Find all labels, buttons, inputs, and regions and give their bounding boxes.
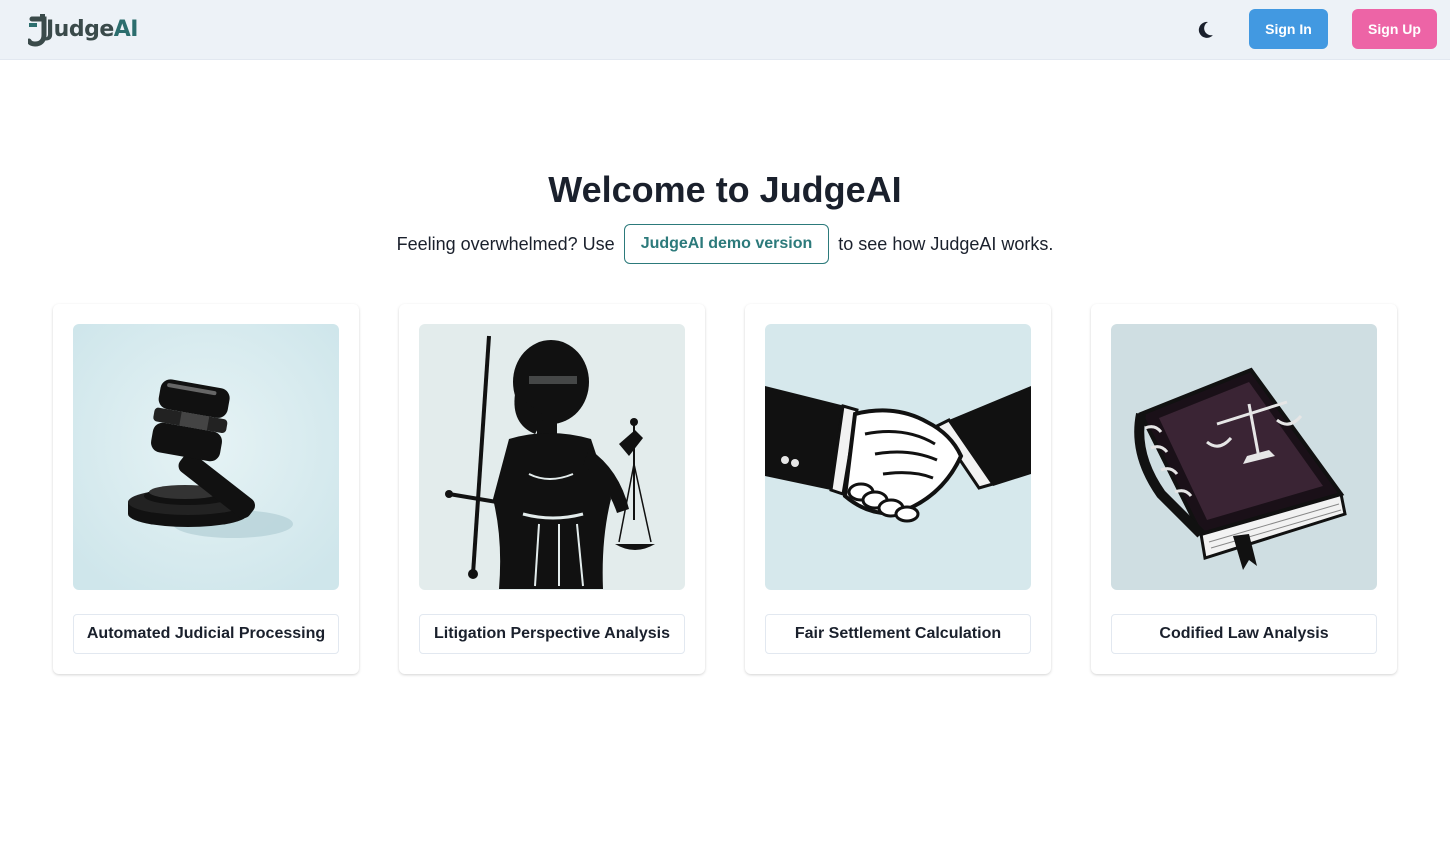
card-label: Fair Settlement Calculation	[765, 614, 1031, 654]
logo-text: JudgeAI	[46, 17, 138, 42]
sign-up-button[interactable]: Sign Up	[1352, 9, 1437, 49]
feature-card-codified-law[interactable]: Codified Law Analysis	[1091, 304, 1397, 674]
card-label: Automated Judicial Processing	[73, 614, 339, 654]
subtitle-prefix: Feeling overwhelmed? Use	[396, 233, 615, 254]
gavel-illustration	[73, 324, 339, 590]
handshake-illustration	[765, 324, 1031, 590]
theme-toggle-button[interactable]	[1191, 16, 1219, 44]
feature-card-judicial-processing[interactable]: Automated Judicial Processing	[53, 304, 359, 674]
sign-in-button[interactable]: Sign In	[1249, 9, 1328, 49]
judgeai-logo[interactable]: JudgeAI	[28, 11, 138, 47]
law-book-illustration	[1111, 324, 1377, 590]
moon-icon	[1198, 21, 1213, 38]
hero-subtitle: Feeling overwhelmed? Use JudgeAI demo ve…	[0, 224, 1450, 264]
subtitle-suffix: to see how JudgeAI works.	[838, 233, 1054, 254]
top-nav-bar: JudgeAI Sign In Sign Up	[0, 0, 1450, 60]
demo-version-button[interactable]: JudgeAI demo version	[623, 224, 830, 264]
feature-card-litigation-analysis[interactable]: Litigation Perspective Analysis	[399, 304, 705, 674]
page-title: Welcome to JudgeAI	[548, 169, 902, 210]
card-label: Codified Law Analysis	[1111, 614, 1377, 654]
card-label: Litigation Perspective Analysis	[419, 614, 685, 654]
feature-card-settlement-calculation[interactable]: Fair Settlement Calculation	[745, 304, 1051, 674]
lady-justice-illustration	[419, 324, 685, 590]
